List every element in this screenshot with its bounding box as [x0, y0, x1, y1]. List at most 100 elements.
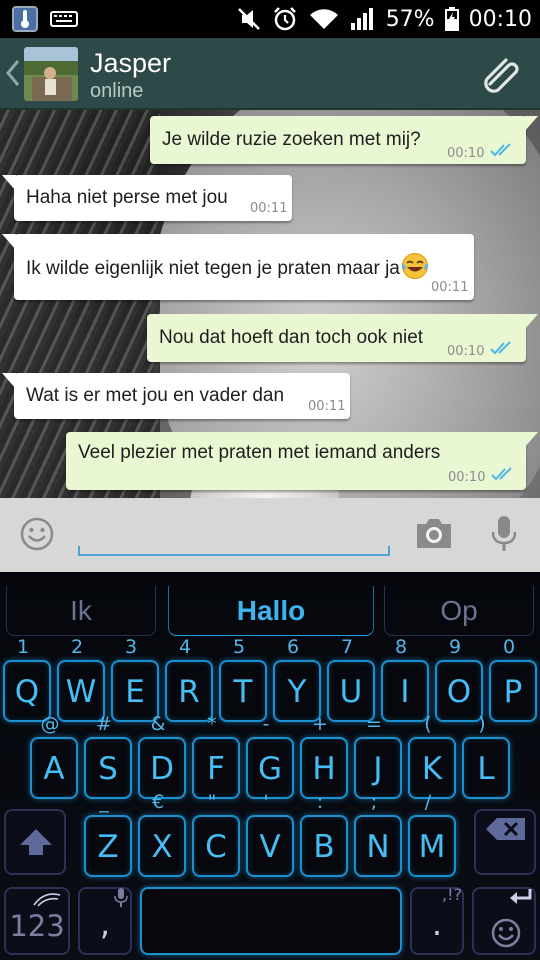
- chat-area[interactable]: Je wilde ruzie zoeken met mij? 00:10 Hah…: [0, 110, 540, 498]
- message-time: 00:10: [447, 344, 485, 359]
- signal-icon: [350, 8, 373, 30]
- comma-key[interactable]: ,: [78, 887, 132, 955]
- key-alt-label: 7: [340, 636, 354, 658]
- key-alt-label: -: [262, 713, 270, 735]
- key-alt-label: =: [366, 713, 382, 735]
- camera-icon[interactable]: [414, 516, 454, 550]
- message-text: Wat is er met jou en vader dan: [26, 385, 285, 406]
- thermometer-notification-icon: [12, 6, 38, 32]
- key-label: Z: [97, 829, 119, 865]
- shift-key[interactable]: [4, 809, 66, 875]
- message-bubble-incoming[interactable]: Wat is er met jou en vader dan 00:11: [2, 373, 350, 419]
- period-key[interactable]: ,!? .: [410, 885, 464, 955]
- backspace-icon: [486, 818, 525, 840]
- status-bar: 57% 00:10: [0, 0, 540, 38]
- key-alt-label: *: [207, 713, 217, 735]
- key-a[interactable]: @ A: [30, 713, 78, 799]
- key-label: Q: [14, 674, 40, 710]
- read-ticks-icon: [491, 467, 512, 481]
- keyboard-smiley-icon: [491, 918, 521, 948]
- key-label: S: [98, 751, 118, 787]
- message-input-field[interactable]: [78, 512, 390, 556]
- smiley-icon[interactable]: [20, 517, 54, 551]
- key-alt-label: 6: [286, 636, 300, 658]
- key-b[interactable]: :B: [300, 791, 348, 877]
- message-bubble-outgoing[interactable]: Veel plezier met praten met iemand ander…: [66, 432, 538, 490]
- key-alt-label: _: [99, 791, 109, 813]
- comma-key-label: ,: [99, 905, 111, 943]
- chat-header: Jasper online: [0, 38, 540, 110]
- key-alt-label: +: [312, 713, 328, 735]
- message-time: 00:11: [308, 399, 346, 414]
- key-label: J: [373, 751, 383, 787]
- message-text: Je wilde ruzie zoeken met mij?: [162, 129, 421, 150]
- key-label: B: [313, 829, 335, 865]
- key-alt-label: @: [40, 713, 60, 735]
- period-key-label: .: [431, 905, 443, 943]
- message-input[interactable]: [78, 512, 390, 554]
- space-key[interactable]: [140, 887, 402, 955]
- key-g[interactable]: -G: [246, 713, 294, 799]
- numbers-key[interactable]: 123: [4, 887, 70, 955]
- key-alt-label: 0: [502, 636, 516, 658]
- key-label: H: [312, 751, 336, 787]
- key-c[interactable]: " C: [192, 791, 240, 877]
- key-label: K: [421, 751, 443, 787]
- key-f[interactable]: * F: [192, 713, 240, 799]
- key-label: A: [43, 751, 65, 787]
- key-h[interactable]: + H: [300, 713, 348, 799]
- enter-key[interactable]: [472, 887, 536, 955]
- message-bubble-outgoing[interactable]: Je wilde ruzie zoeken met mij? 00:10: [150, 116, 538, 164]
- key-alt-label: 4: [178, 636, 192, 658]
- key-x[interactable]: € X: [138, 791, 186, 877]
- key-label: F: [207, 751, 225, 787]
- period-alt-label: ,!?: [442, 885, 462, 904]
- keyboard: Ik Hallo Op 1Q2W3E4R5T6Y7U8I9O0P @ A # S & D *…: [0, 572, 540, 960]
- key-m[interactable]: / M: [408, 791, 456, 877]
- key-alt-label: 9: [448, 636, 462, 658]
- key-label: G: [257, 751, 283, 787]
- key-label: O: [446, 674, 472, 710]
- key-label: L: [477, 751, 495, 787]
- back-chevron-icon[interactable]: [4, 58, 22, 88]
- battery-icon: [444, 7, 459, 31]
- contact-avatar[interactable]: [24, 47, 78, 101]
- message-text: Ik wilde eigenlijk niet tegen je praten …: [26, 252, 429, 280]
- key-label: P: [503, 674, 523, 710]
- key-label: V: [259, 829, 281, 865]
- key-alt-label: &: [150, 713, 166, 735]
- key-n[interactable]: ; N: [354, 791, 402, 877]
- key-k[interactable]: (K: [408, 713, 456, 799]
- wifi-icon: [309, 9, 338, 29]
- message-input-bar: [0, 498, 540, 572]
- key-j[interactable]: = J: [354, 713, 402, 799]
- suggestion-left[interactable]: Ik: [6, 586, 156, 636]
- suggestion-right[interactable]: Op: [384, 586, 534, 636]
- key-l[interactable]: ) L: [462, 713, 510, 799]
- key-label: I: [400, 674, 410, 710]
- contact-status: online: [90, 80, 144, 102]
- key-label: U: [339, 674, 363, 710]
- key-alt-label: ;: [370, 791, 378, 813]
- message-bubble-incoming[interactable]: Haha niet perse met jou 00:11: [2, 175, 292, 221]
- microphone-icon[interactable]: [490, 514, 518, 554]
- enter-icon: [510, 889, 532, 904]
- key-label: Y: [287, 674, 307, 710]
- contact-name[interactable]: Jasper: [90, 48, 171, 79]
- attach-paperclip-icon[interactable]: [482, 54, 526, 94]
- backspace-key[interactable]: [474, 809, 536, 875]
- key-alt-label: 5: [232, 636, 246, 658]
- key-v[interactable]: ' V: [246, 791, 294, 877]
- message-text: Nou dat hoeft dan toch ook niet: [159, 327, 424, 348]
- clock: 00:10: [468, 6, 532, 32]
- key-z[interactable]: _ Z: [84, 791, 132, 877]
- alarm-icon: [273, 7, 296, 31]
- key-alt-label: 8: [394, 636, 408, 658]
- key-s[interactable]: # S: [84, 713, 132, 799]
- message-bubble-incoming[interactable]: Ik wilde eigenlijk niet tegen je praten …: [2, 234, 474, 300]
- key-d[interactable]: & D: [138, 713, 186, 799]
- suggestion-center[interactable]: Hallo: [168, 586, 374, 636]
- key-alt-label: ": [207, 791, 217, 813]
- key-alt-label: #: [96, 713, 112, 735]
- message-bubble-outgoing[interactable]: Nou dat hoeft dan toch ook niet 00:10: [147, 314, 538, 362]
